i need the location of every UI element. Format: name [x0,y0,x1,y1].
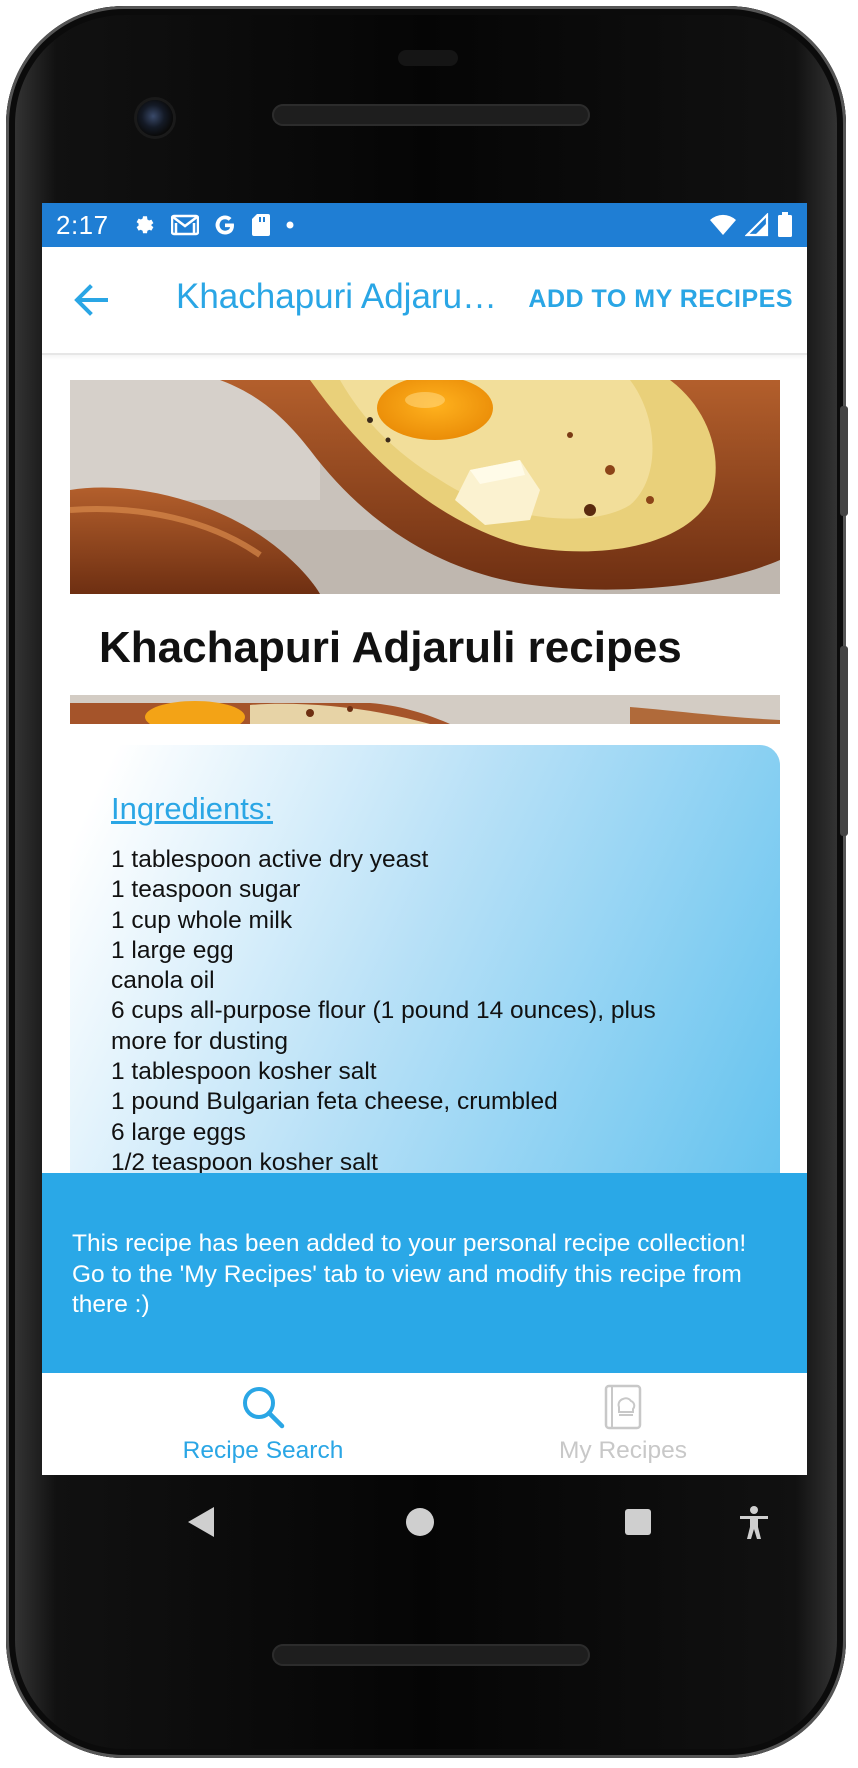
bottom-navigation: Recipe Search My Recipes [42,1373,807,1475]
front-camera [137,100,173,136]
tab-my-recipes[interactable]: My Recipes [432,1373,807,1475]
system-navigation-bar [42,1475,807,1565]
tab-recipe-search[interactable]: Recipe Search [72,1373,454,1475]
ingredient-item: 1 large egg [111,936,234,964]
ingredient-item: 6 large eggs [111,1118,246,1146]
gmail-icon [170,214,199,236]
nav-home-icon[interactable] [403,1505,437,1539]
battery-icon [778,212,792,237]
back-button[interactable] [66,275,116,325]
ingredient-item: 1 tablespoon active dry yeast [111,846,429,873]
app-bar-title: Khachapuri Adjaru… [176,277,498,316]
status-time: 2:17 [56,209,109,240]
snackbar-message: This recipe has been added to your perso… [72,1230,747,1318]
sd-card-icon [251,214,270,236]
notification-icons [133,213,295,237]
search-icon [243,1387,285,1429]
ingredients-heading: Ingredients: [111,791,273,826]
recipe-title: Khachapuri Adjaruli recipes [99,623,682,672]
google-icon [215,215,234,235]
more-notifications-dot-icon [286,221,294,229]
tab-recipe-search-label: Recipe Search [182,1437,344,1464]
cellular-signal-icon [745,213,769,237]
bottom-speaker-grille [272,1644,590,1666]
ingredient-item: 6 cups all-purpose flour (1 pound 14 oun… [111,997,656,1055]
ingredient-item: 1 cup whole milk [111,906,293,934]
tab-my-recipes-label: My Recipes [559,1437,687,1464]
ingredient-item: 1 teaspoon sugar [111,876,301,904]
nav-recents-icon[interactable] [622,1506,654,1538]
wifi-icon [710,214,736,235]
status-bar: 2:17 [42,203,807,247]
accessibility-icon[interactable] [737,1505,771,1541]
recipe-photo-strip [70,695,780,724]
ingredient-item: 1 pound Bulgarian feta cheese, crumbled [111,1088,558,1116]
system-status-icons [709,203,793,247]
power-button [840,406,848,516]
ingredient-item: canola oil [111,967,215,995]
ingredients-list: 1 tablespoon active dry yeast 1 teaspoon… [111,845,711,1178]
volume-button [840,646,848,836]
screen: 2:17 Khachapuri Adjaru… ADD TO MY RECIPE… [42,203,807,1475]
snackbar: This recipe has been added to your perso… [42,1173,807,1373]
nav-back-icon[interactable] [184,1505,218,1539]
recipe-photo [70,380,780,594]
add-to-my-recipes-button[interactable]: ADD TO MY RECIPES [528,285,793,314]
khachapuri-image [70,380,780,594]
recipe-book-icon [604,1384,642,1430]
khachapuri-image-strip [70,695,780,724]
ingredient-item: 1 tablespoon kosher salt [111,1058,377,1086]
arrow-back-icon [74,284,108,316]
top-speaker-grille [272,104,590,126]
earpiece [398,50,458,66]
app-bar: Khachapuri Adjaru… ADD TO MY RECIPES [42,247,807,355]
settings-gear-icon [136,216,154,234]
